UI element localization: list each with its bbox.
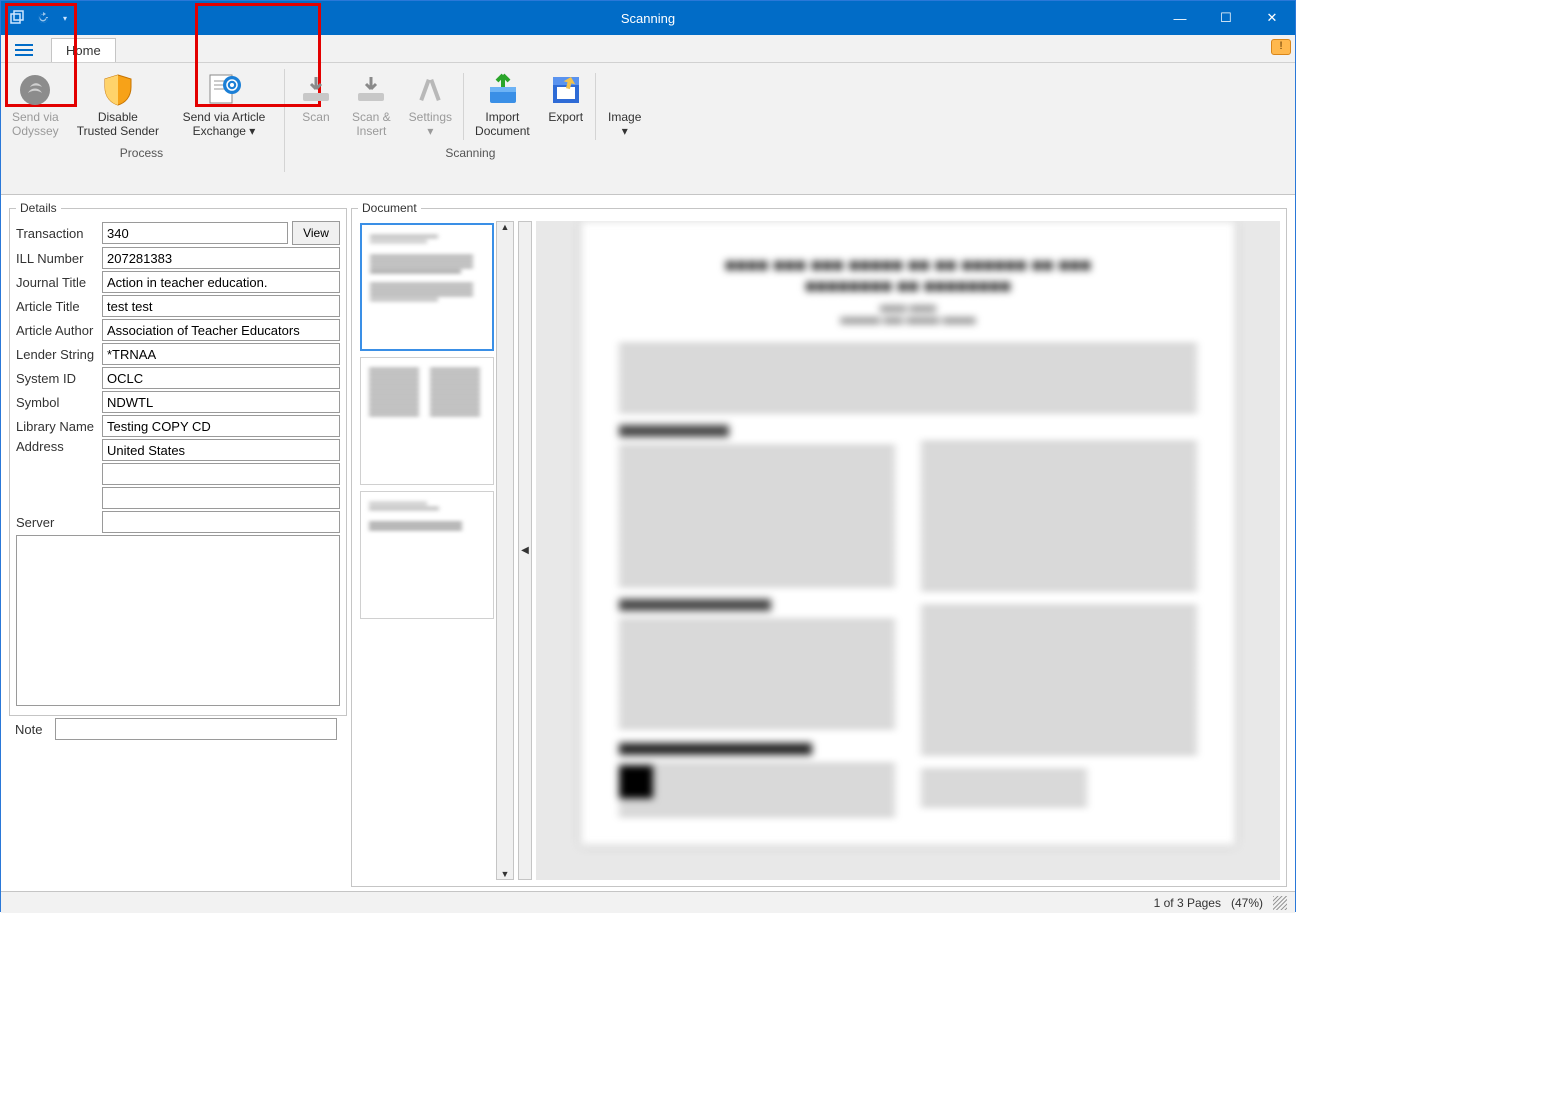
image-button[interactable]: Image ▾ — [598, 67, 652, 144]
import-document-label: Import Document — [475, 110, 530, 139]
system-id-input[interactable] — [102, 367, 340, 389]
send-via-odyssey-label: Send via Odyssey — [12, 110, 59, 139]
article-title-input[interactable] — [102, 295, 340, 317]
import-icon — [484, 72, 520, 108]
journal-title-label: Journal Title — [16, 275, 102, 290]
ribbon-separator-3 — [595, 73, 596, 140]
settings-button[interactable]: Settings ▾ — [400, 67, 461, 144]
scan-icon — [298, 72, 334, 108]
main-content: Details Transaction View ILL Number Jour… — [1, 195, 1295, 891]
window-title: Scanning — [621, 11, 675, 26]
resize-grip-icon[interactable] — [1273, 896, 1287, 910]
help-badge-icon[interactable]: ! — [1271, 39, 1291, 55]
address-label: Address — [16, 439, 102, 454]
status-zoom: (47%) — [1231, 896, 1263, 910]
ribbon-group-process: Send via Odyssey Disable Trusted Sender … — [1, 63, 282, 194]
disable-trusted-sender-button[interactable]: Disable Trusted Sender — [68, 67, 168, 144]
settings-icon — [412, 72, 448, 108]
address-input-2[interactable] — [102, 463, 340, 485]
disable-trusted-sender-label: Disable Trusted Sender — [77, 110, 159, 139]
ribbon: Send via Odyssey Disable Trusted Sender … — [1, 63, 1295, 195]
system-id-label: System ID — [16, 371, 102, 386]
scan-label: Scan — [302, 110, 329, 124]
document-panel: Document — [347, 195, 1295, 891]
article-author-input[interactable] — [102, 319, 340, 341]
odyssey-icon — [17, 72, 53, 108]
scroll-up-icon[interactable]: ▲ — [501, 222, 510, 232]
lender-string-input[interactable] — [102, 343, 340, 365]
scan-insert-icon — [353, 72, 389, 108]
document-preview[interactable]: ■■■■ ■■■ ■■■ ■■■■■ ■■ ■■ ■■■■■■ ■■ ■■■■■… — [536, 221, 1280, 880]
minimize-button[interactable]: — — [1157, 1, 1203, 35]
tab-home[interactable]: Home — [51, 38, 116, 62]
symbol-label: Symbol — [16, 395, 102, 410]
thumbnail-page-2[interactable] — [360, 357, 494, 485]
export-button[interactable]: Export — [539, 67, 593, 144]
ribbon-group-scanning: Scan Scan & Insert Settings ▾ Import Doc — [287, 63, 654, 194]
image-menu-icon — [607, 72, 643, 108]
send-via-article-exchange-button[interactable]: Send via Article Exchange ▾ — [168, 67, 280, 144]
restore-window-icon[interactable] — [7, 8, 27, 28]
import-document-button[interactable]: Import Document — [466, 67, 539, 144]
preview-page: ■■■■ ■■■ ■■■ ■■■■■ ■■ ■■ ■■■■■■ ■■ ■■■■■… — [581, 221, 1236, 845]
address-input-1[interactable] — [102, 439, 340, 461]
settings-label: Settings ▾ — [409, 110, 452, 139]
ill-number-input[interactable] — [102, 247, 340, 269]
thumbnail-list — [358, 221, 496, 880]
view-button[interactable]: View — [292, 221, 340, 245]
note-input[interactable] — [55, 718, 337, 740]
ill-number-label: ILL Number — [16, 251, 102, 266]
ribbon-separator-2 — [463, 73, 464, 140]
lender-string-label: Lender String — [16, 347, 102, 362]
status-bar: 1 of 3 Pages (47%) — [1, 891, 1295, 913]
details-legend: Details — [16, 201, 61, 215]
ribbon-separator — [284, 69, 285, 172]
group-name-scanning: Scanning — [289, 144, 652, 164]
ribbon-tabs: Home — [1, 35, 1295, 63]
group-name-process: Process — [3, 144, 280, 164]
transaction-label: Transaction — [16, 226, 102, 241]
document-fieldset: Document — [351, 201, 1287, 887]
library-name-label: Library Name — [16, 419, 102, 434]
send-via-odyssey-button[interactable]: Send via Odyssey — [3, 67, 68, 144]
details-textarea[interactable] — [16, 535, 340, 706]
window-controls: — ☐ ✕ — [1157, 1, 1295, 35]
article-exchange-icon — [206, 72, 242, 108]
quick-access-toolbar: ▾ — [1, 8, 71, 28]
shield-icon — [100, 72, 136, 108]
journal-title-input[interactable] — [102, 271, 340, 293]
send-via-article-exchange-label: Send via Article Exchange ▾ — [183, 110, 266, 139]
refresh-icon[interactable] — [33, 8, 53, 28]
document-legend: Document — [358, 201, 421, 215]
symbol-input[interactable] — [102, 391, 340, 413]
thumbnail-page-3[interactable] — [360, 491, 494, 619]
qat-customize-icon[interactable]: ▾ — [59, 14, 71, 23]
app-menu-button[interactable] — [7, 38, 41, 62]
image-label: Image ▾ — [608, 110, 641, 139]
close-button[interactable]: ✕ — [1249, 1, 1295, 35]
thumbnail-scrollbar[interactable]: ▲ ▼ — [496, 221, 514, 880]
status-pages: 1 of 3 Pages — [1154, 896, 1221, 910]
collapse-thumbnail-button[interactable]: ◀ — [518, 221, 532, 880]
scroll-down-icon[interactable]: ▼ — [501, 869, 510, 879]
note-label: Note — [15, 722, 55, 737]
export-icon — [548, 72, 584, 108]
article-title-label: Article Title — [16, 299, 102, 314]
thumbnail-page-1[interactable] — [360, 223, 494, 351]
address-input-3[interactable] — [102, 487, 340, 509]
details-fieldset: Details Transaction View ILL Number Jour… — [9, 201, 347, 716]
server-input[interactable] — [102, 511, 340, 533]
maximize-button[interactable]: ☐ — [1203, 1, 1249, 35]
server-label: Server — [16, 515, 102, 530]
scan-insert-button[interactable]: Scan & Insert — [343, 67, 400, 144]
article-author-label: Article Author — [16, 323, 102, 338]
details-panel: Details Transaction View ILL Number Jour… — [1, 195, 347, 891]
thumbnail-column: ▲ ▼ — [358, 221, 514, 880]
scan-button[interactable]: Scan — [289, 67, 343, 144]
library-name-input[interactable] — [102, 415, 340, 437]
scan-insert-label: Scan & Insert — [352, 110, 391, 139]
export-label: Export — [548, 110, 583, 124]
transaction-input[interactable] — [102, 222, 288, 244]
title-bar: ▾ Scanning — ☐ ✕ — [1, 1, 1295, 35]
